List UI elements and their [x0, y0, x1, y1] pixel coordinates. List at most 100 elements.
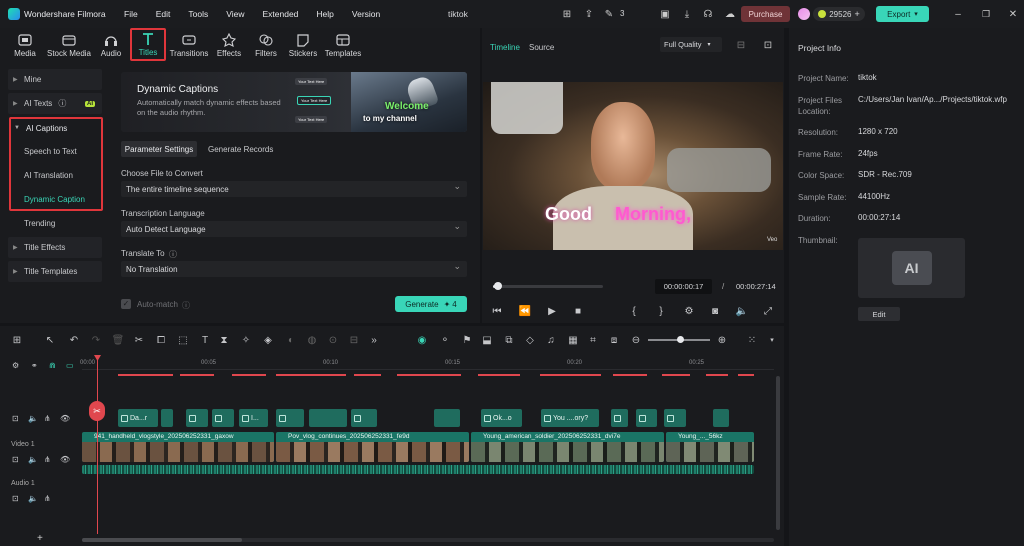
caption-clip[interactable]: You ....ory? — [541, 409, 599, 427]
caption-clip[interactable] — [309, 409, 347, 427]
maximize-icon[interactable]: ❐ — [980, 8, 992, 20]
zoom-knob[interactable] — [677, 336, 684, 343]
scene-icon[interactable]: ▦ — [567, 334, 579, 346]
caption-clip[interactable] — [212, 409, 234, 427]
menu-help[interactable]: Help — [316, 9, 333, 19]
timeline-vertical-scrollbar[interactable] — [776, 376, 780, 530]
support-icon[interactable]: ☊ — [702, 8, 714, 20]
tab-titles[interactable]: Titles — [130, 28, 166, 61]
play-icon[interactable]: ▶ — [546, 305, 558, 317]
voice-icon[interactable]: ♫ — [545, 334, 557, 346]
caption-clip[interactable] — [636, 409, 657, 427]
snapshot-view-icon[interactable]: ⊡ — [761, 39, 775, 51]
language-select[interactable]: Auto Detect Language — [121, 221, 467, 237]
select-tool-icon[interactable]: ↖ — [44, 334, 56, 346]
purchase-button[interactable]: Purchase — [741, 6, 790, 22]
tab-parameter-settings[interactable]: Parameter Settings — [121, 141, 197, 157]
title-track-lock-icon[interactable]: ⊡ — [12, 414, 19, 423]
tab-stickers[interactable]: Stickers — [287, 28, 319, 62]
ai-assistant-icon[interactable]: ◉ — [416, 334, 428, 346]
shield-icon[interactable]: ◇ — [524, 334, 536, 346]
playhead-knob[interactable] — [494, 282, 502, 290]
layers-icon[interactable]: ⧉ — [503, 334, 515, 346]
caption-clip[interactable] — [611, 409, 628, 427]
track-layout-icon[interactable]: ▭ — [66, 361, 74, 370]
magnet-icon[interactable]: ⋒ — [49, 361, 56, 370]
more-tools-icon[interactable]: » — [368, 334, 380, 346]
compare-view-icon[interactable]: ⊟ — [734, 39, 748, 51]
caption-clip[interactable] — [434, 409, 460, 427]
video-clip[interactable]: Young_american_soldier_202506252331_dvi7… — [471, 432, 664, 462]
tab-source[interactable]: Source — [529, 43, 554, 52]
speed-icon[interactable]: ⧗ — [218, 334, 230, 346]
caption-clip[interactable]: Da...r — [118, 409, 158, 427]
sidebar-item-title-effects[interactable]: ▶ Title Effects — [8, 237, 102, 258]
file-select[interactable]: The entire timeline sequence — [121, 181, 467, 197]
title-track-volume-icon[interactable]: 🔈 — [28, 414, 38, 423]
thumbnail-edit-button[interactable]: Edit — [858, 307, 900, 321]
video-preview[interactable]: Good Morning, Veo — [483, 82, 783, 250]
split-icon[interactable]: ⊟ — [348, 334, 360, 346]
video-track-effects-icon[interactable]: ⋔ — [44, 455, 51, 464]
title-track-effects-icon[interactable]: ⋔ — [44, 414, 51, 423]
mark-out-icon[interactable]: } — [655, 305, 667, 317]
fullscreen-icon[interactable]: ⤢ — [762, 305, 774, 317]
caption-clip[interactable] — [161, 409, 173, 427]
timeline-menu-icon[interactable]: ▾ — [766, 334, 778, 346]
text-tool-icon[interactable]: T — [199, 334, 211, 346]
avatar[interactable] — [798, 8, 810, 20]
audio-track-lock-icon[interactable]: ⊡ — [12, 494, 19, 503]
menu-file[interactable]: File — [124, 9, 138, 19]
tab-stock-media[interactable]: Stock Media — [44, 28, 94, 62]
redo-icon[interactable]: ↷ — [90, 334, 102, 346]
cut-icon[interactable]: ✂ — [133, 334, 145, 346]
fit-icon[interactable]: ⧈ — [608, 334, 620, 346]
snap-icon[interactable]: ⌗ — [587, 334, 599, 346]
audio-track-volume-icon[interactable]: 🔈 — [28, 494, 38, 503]
caption-clip[interactable] — [276, 409, 304, 427]
volume-icon[interactable]: 🔈 — [736, 305, 748, 317]
undo-icon[interactable]: ↶ — [68, 334, 80, 346]
caption-clip[interactable]: Ok...o — [481, 409, 522, 427]
sidebar-item-title-templates[interactable]: ▶ Title Templates — [8, 261, 102, 282]
gift-icon[interactable]: ⊞ — [561, 8, 573, 20]
link-icon[interactable]: ⚭ — [31, 361, 38, 370]
video-track-lock-icon[interactable]: ⊡ — [12, 455, 19, 464]
cloud-icon[interactable]: ☁ — [724, 8, 736, 20]
caption-clip[interactable] — [186, 409, 208, 427]
sidebar-item-dynamic-caption[interactable]: Dynamic Caption — [24, 195, 85, 204]
menu-edit[interactable]: Edit — [156, 9, 171, 19]
caption-clip[interactable] — [713, 409, 729, 427]
zoom-out-icon[interactable]: ⊖ — [630, 334, 642, 346]
video-track-volume-icon[interactable]: 🔈 — [28, 455, 38, 464]
sidebar-item-ai-texts[interactable]: ▶ AI Texts ⓘ AI — [8, 93, 102, 114]
caption-clip[interactable] — [351, 409, 377, 427]
tab-effects[interactable]: Effects — [214, 28, 244, 62]
mic-icon[interactable]: ⚬ — [439, 334, 451, 346]
zoom-in-icon[interactable]: ⊕ — [716, 334, 728, 346]
add-track-icon[interactable]: ⚙ — [12, 361, 19, 370]
split-at-playhead-button[interactable]: ✂ — [89, 401, 105, 421]
marker-icon[interactable]: ⚑ — [461, 334, 473, 346]
video-track-eye-icon[interactable]: 👁 — [60, 455, 70, 464]
stop-icon[interactable]: ■ — [572, 305, 584, 317]
minimize-icon[interactable]: – — [952, 8, 964, 20]
tab-filters[interactable]: Filters — [251, 28, 281, 62]
title-track-eye-icon[interactable]: 👁 — [60, 414, 70, 423]
crop-icon[interactable]: ⧠ — [155, 334, 167, 346]
share-icon[interactable]: ⇪ — [583, 8, 595, 20]
layout-icon[interactable]: ⊞ — [11, 334, 23, 346]
sidebar-item-mine[interactable]: ▶ Mine — [8, 69, 102, 90]
audio-waveform[interactable] — [82, 465, 754, 474]
render-icon[interactable]: ⚙ — [683, 305, 695, 317]
ai-tool-icon[interactable]: ✧ — [240, 334, 252, 346]
video-clip[interactable]: Pov_vlog_continues_202506252331_fe9d — [276, 432, 469, 462]
timeline-ruler[interactable] — [82, 356, 774, 370]
menu-tools[interactable]: Tools — [188, 9, 208, 19]
timeline-scroll-thumb[interactable] — [82, 538, 242, 542]
sidebar-item-ai-translation[interactable]: AI Translation — [24, 171, 73, 180]
sidebar-item-trending[interactable]: Trending — [24, 219, 55, 228]
menu-extended[interactable]: Extended — [262, 9, 298, 19]
caption-clip[interactable]: I... — [239, 409, 268, 427]
previous-frame-icon[interactable]: ⏮ — [491, 305, 503, 317]
